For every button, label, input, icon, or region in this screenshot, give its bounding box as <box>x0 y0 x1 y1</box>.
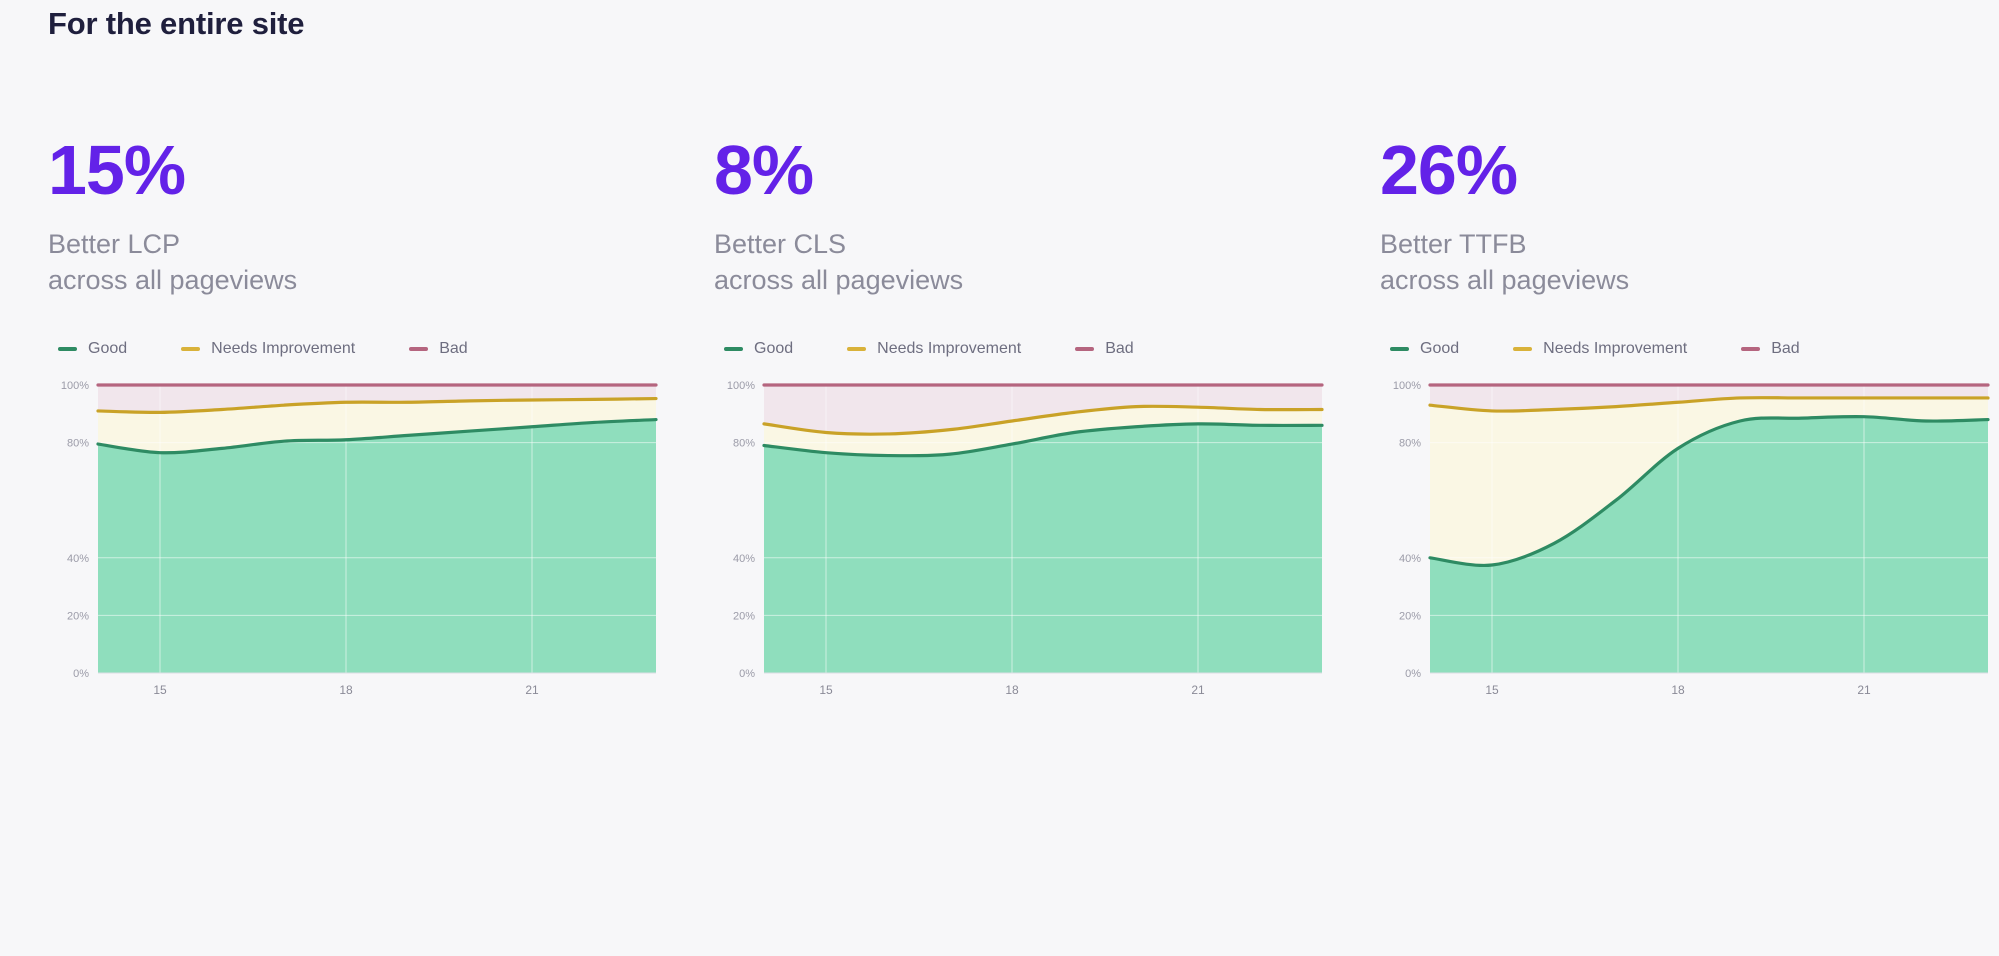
chart-legend-cls: Good Needs Improvement Bad <box>714 340 1316 358</box>
metric-cards-row: 15% Better LCP across all pageviews Good… <box>0 135 1999 720</box>
metric-card-lcp: 15% Better LCP across all pageviews Good… <box>0 135 666 720</box>
y-axis-tick-label: 0% <box>73 668 89 680</box>
legend-item-needs-improvement[interactable]: Needs Improvement <box>1513 340 1687 358</box>
legend-item-needs-improvement[interactable]: Needs Improvement <box>181 340 355 358</box>
chart-svg-cls: 0% 20% 40% 80% 100% 15 18 21 <box>727 380 1324 697</box>
legend-swatch-needs-improvement-icon <box>847 347 867 352</box>
y-axis-tick-label: 40% <box>1399 553 1421 565</box>
legend-label-good: Good <box>754 340 794 358</box>
legend-label-good: Good <box>88 340 128 358</box>
chart-legend-ttfb: Good Needs Improvement Bad <box>1380 340 1982 358</box>
metric-card-cls: 8% Better CLS across all pageviews Good … <box>666 135 1332 720</box>
legend-label-needs-improvement: Needs Improvement <box>877 340 1022 358</box>
legend-item-needs-improvement[interactable]: Needs Improvement <box>847 340 1021 358</box>
legend-item-bad[interactable]: Bad <box>1075 340 1134 358</box>
legend-item-good[interactable]: Good <box>724 340 793 358</box>
legend-item-bad[interactable]: Bad <box>409 340 468 358</box>
chart-lcp[interactable]: 0% 20% 40% 80% 100% 15 18 21 <box>48 375 668 720</box>
y-axis-tick-label: 80% <box>1399 438 1421 450</box>
x-axis-tick-label: 15 <box>819 683 833 697</box>
y-axis-tick-label: 100% <box>727 380 755 392</box>
legend-swatch-needs-improvement-icon <box>181 347 201 352</box>
y-axis-tick-label: 80% <box>733 438 755 450</box>
chart-svg-ttfb: 0% 20% 40% 80% 100% 15 18 21 <box>1393 380 1990 697</box>
metric-card-ttfb: 26% Better TTFB across all pageviews Goo… <box>1332 135 1998 720</box>
legend-swatch-good-icon <box>724 347 743 352</box>
legend-label-bad: Bad <box>1771 340 1800 358</box>
x-axis-tick-label: 21 <box>1857 683 1871 697</box>
x-axis-tick-label: 18 <box>1671 683 1685 697</box>
metric-label-line2-lcp: across all pageviews <box>48 264 298 295</box>
legend-swatch-bad-icon <box>1741 347 1761 352</box>
y-axis-tick-label: 20% <box>67 611 89 623</box>
y-axis-tick-label: 0% <box>739 668 755 680</box>
x-axis-tick-label: 15 <box>1485 683 1499 697</box>
metric-label-line1-ttfb: Better TTFB <box>1380 229 1527 259</box>
legend-swatch-bad-icon <box>409 347 429 352</box>
metric-label-line1-lcp: Better LCP <box>48 229 181 259</box>
y-axis-tick-label: 40% <box>733 553 755 565</box>
legend-label-needs-improvement: Needs Improvement <box>211 340 356 358</box>
y-axis-tick-label: 40% <box>67 553 89 565</box>
metric-value-ttfb: 26% <box>1380 131 1518 209</box>
x-axis-tick-label: 21 <box>1191 683 1205 697</box>
legend-label-needs-improvement: Needs Improvement <box>1543 340 1688 358</box>
area-good <box>764 424 1322 674</box>
metric-value-cls: 8% <box>714 131 814 209</box>
legend-item-good[interactable]: Good <box>1390 340 1459 358</box>
metric-label-line2-cls: across all pageviews <box>714 264 964 295</box>
x-axis-tick-label: 18 <box>339 683 353 697</box>
legend-swatch-bad-icon <box>1075 347 1095 352</box>
y-axis-tick-label: 0% <box>1405 668 1421 680</box>
area-good <box>98 419 656 674</box>
y-axis-tick-label: 20% <box>1399 611 1421 623</box>
chart-svg-lcp: 0% 20% 40% 80% 100% 15 18 21 <box>61 380 658 697</box>
chart-cls[interactable]: 0% 20% 40% 80% 100% 15 18 21 <box>714 375 1334 720</box>
metric-label-lcp: Better LCP across all pageviews <box>48 227 650 298</box>
legend-label-bad: Bad <box>1105 340 1134 358</box>
y-axis-tick-label: 100% <box>1393 380 1421 392</box>
metric-value-lcp: 15% <box>48 131 186 209</box>
x-axis-tick-label: 21 <box>525 683 539 697</box>
y-axis-tick-label: 20% <box>733 611 755 623</box>
page-title: For the entire site <box>48 6 305 41</box>
chart-legend-lcp: Good Needs Improvement Bad <box>48 340 650 358</box>
legend-item-bad[interactable]: Bad <box>1741 340 1800 358</box>
legend-swatch-good-icon <box>1390 347 1409 352</box>
legend-swatch-good-icon <box>58 347 77 352</box>
legend-item-good[interactable]: Good <box>58 340 127 358</box>
metric-label-cls: Better CLS across all pageviews <box>714 227 1316 298</box>
metric-label-ttfb: Better TTFB across all pageviews <box>1380 227 1982 298</box>
legend-label-bad: Bad <box>439 340 468 358</box>
y-axis-tick-label: 80% <box>67 438 89 450</box>
chart-ttfb[interactable]: 0% 20% 40% 80% 100% 15 18 21 <box>1380 375 1999 720</box>
legend-swatch-needs-improvement-icon <box>1513 347 1533 352</box>
x-axis-tick-label: 18 <box>1005 683 1019 697</box>
metric-label-line1-cls: Better CLS <box>714 229 847 259</box>
x-axis-tick-label: 15 <box>153 683 167 697</box>
y-axis-tick-label: 100% <box>61 380 89 392</box>
legend-label-good: Good <box>1420 340 1460 358</box>
metric-label-line2-ttfb: across all pageviews <box>1380 264 1630 295</box>
